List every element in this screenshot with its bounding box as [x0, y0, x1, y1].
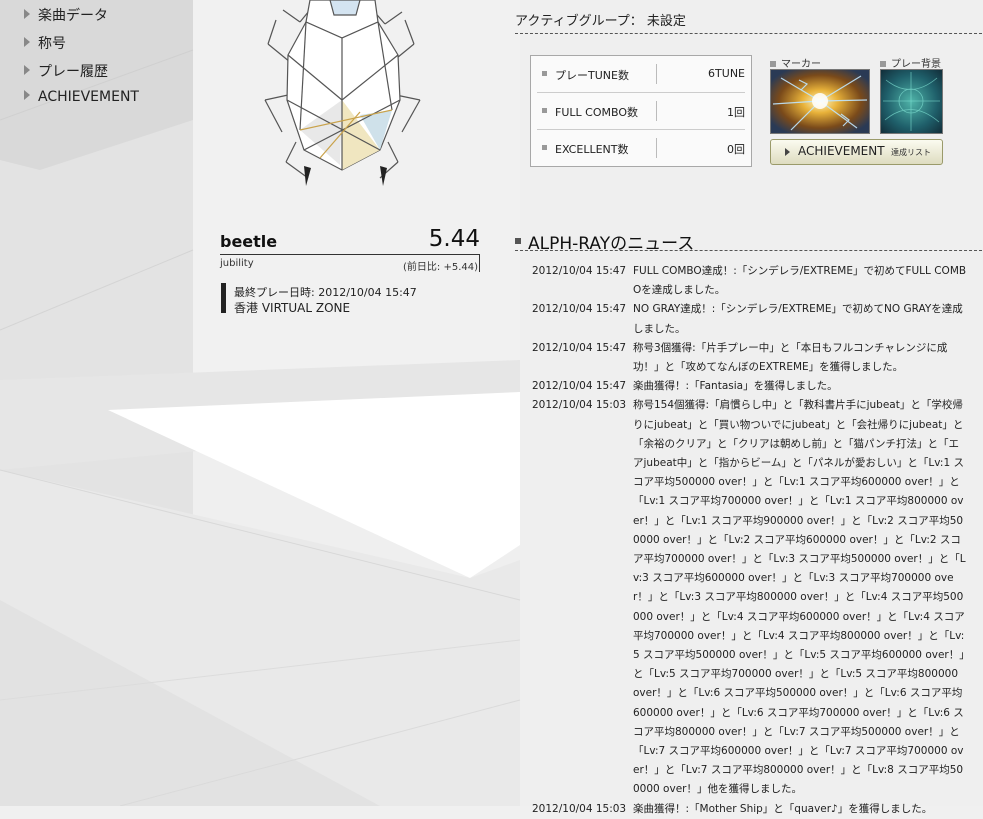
sidebar-item-play-history[interactable]: プレー履歴	[24, 61, 108, 81]
arrow-right-icon	[24, 65, 30, 75]
sidebar-item-achievement[interactable]: ACHIEVEMENT	[24, 89, 139, 105]
jubility-label: jubility	[220, 258, 254, 269]
jubility-diff: (前日比: +5.44)	[403, 262, 478, 273]
stat-row-full-combo: FULL COMBO数 1回	[531, 93, 751, 129]
bullet-icon	[770, 61, 776, 67]
news-text: FULL COMBO達成！:「シンデレラ/EXTREME」で初めてFULL CO…	[633, 265, 967, 297]
achievement-list-button[interactable]: ACHIEVEMENT 達成リスト	[770, 139, 943, 165]
jubility-value: 5.44	[428, 226, 480, 252]
stat-value: 1回	[727, 106, 745, 119]
divider	[479, 254, 480, 272]
sidebar-item-label: ACHIEVEMENT	[38, 89, 139, 105]
news-date: 2012/10/04 15:03	[532, 399, 627, 412]
marker-label: マーカー	[770, 55, 821, 70]
news-date: 2012/10/04 15:03	[532, 802, 627, 815]
news-item: 2012/10/04 15:47 楽曲獲得！:「Fantasia」を獲得しました…	[532, 377, 972, 396]
news-date: 2012/10/04 15:47	[532, 380, 627, 393]
play-background-label: プレー背景	[880, 55, 941, 70]
news-text: 称号154個獲得:「肩慣らし中」と「教科書片手にjubeat」と「学校帰りにju…	[633, 399, 966, 796]
arrow-right-icon	[24, 90, 30, 100]
stat-row-play-tunes: プレーTUNE数 6TUNE	[531, 56, 751, 92]
stat-label: EXCELLENT数	[555, 143, 629, 156]
sidebar-item-song-data[interactable]: 楽曲データ	[24, 5, 108, 25]
arrow-right-icon	[785, 148, 790, 156]
sidebar-item-label: プレー履歴	[38, 64, 108, 80]
bullet-icon	[542, 108, 547, 113]
news-item: 2012/10/04 15:47 称号3個獲得:「片手プレー中」と「本日もフルコ…	[532, 339, 972, 377]
achievement-button-label: ACHIEVEMENT	[798, 144, 885, 158]
stat-label: プレーTUNE数	[555, 69, 629, 82]
stat-value: 6TUNE	[708, 67, 745, 80]
news-item: 2012/10/04 15:03 称号154個獲得:「肩慣らし中」と「教科書片手…	[532, 396, 972, 799]
news-text: 楽曲獲得！:「Fantasia」を獲得しました。	[633, 380, 838, 393]
news-date: 2012/10/04 15:47	[532, 341, 627, 354]
divider	[515, 33, 982, 34]
marker-thumbnail[interactable]	[770, 69, 870, 134]
accent-bar	[221, 283, 226, 313]
achievement-button-sublabel: 達成リスト	[891, 148, 931, 157]
sidebar-item-titles[interactable]: 称号	[24, 33, 66, 53]
stat-label: FULL COMBO数	[555, 106, 638, 119]
news-item: 2012/10/04 15:03 楽曲獲得！:「Mother Ship」と「qu…	[532, 800, 972, 819]
bullet-icon	[542, 145, 547, 150]
sidebar-item-label: 楽曲データ	[38, 8, 108, 24]
news-item: 2012/10/04 15:47 NO GRAY達成！:「シンデレラ/EXTRE…	[532, 300, 972, 338]
bullet-icon	[542, 71, 547, 76]
news-list: 2012/10/04 15:47 FULL COMBO達成！:「シンデレラ/EX…	[532, 262, 972, 819]
stats-panel: プレーTUNE数 6TUNE FULL COMBO数 1回 EXCELLENT数…	[530, 55, 752, 167]
active-group-label: アクティブグループ： 未設定	[515, 14, 686, 29]
divider	[656, 64, 657, 84]
news-item: 2012/10/04 15:47 FULL COMBO達成！:「シンデレラ/EX…	[532, 262, 972, 300]
divider	[220, 254, 480, 255]
news-date: 2012/10/04 15:47	[532, 265, 627, 277]
news-text: 楽曲獲得！:「Mother Ship」と「quaver♪」を獲得しました。	[633, 802, 933, 815]
news-text: NO GRAY達成！:「シンデレラ/EXTREME」で初めてNO GRAYを達成…	[633, 303, 963, 335]
player-name: beetle	[220, 232, 278, 251]
bullet-icon	[880, 61, 886, 67]
arrow-right-icon	[24, 37, 30, 47]
last-play-shop: 香港 VIRTUAL ZONE	[234, 301, 351, 315]
arrow-right-icon	[24, 9, 30, 19]
news-text: 称号3個獲得:「片手プレー中」と「本日もフルコンチャレンジに成功！」と「攻めてな…	[633, 341, 948, 374]
bullet-icon	[515, 238, 521, 244]
divider	[515, 250, 982, 251]
sidebar-item-label: 称号	[38, 36, 66, 52]
news-date: 2012/10/04 15:47	[532, 303, 627, 316]
divider	[656, 101, 657, 121]
stat-row-excellent: EXCELLENT数 0回	[531, 130, 751, 166]
last-play-datetime: 最終プレー日時: 2012/10/04 15:47	[234, 286, 417, 299]
play-background-thumbnail[interactable]	[880, 69, 943, 134]
stat-value: 0回	[727, 143, 745, 156]
divider	[656, 138, 657, 158]
